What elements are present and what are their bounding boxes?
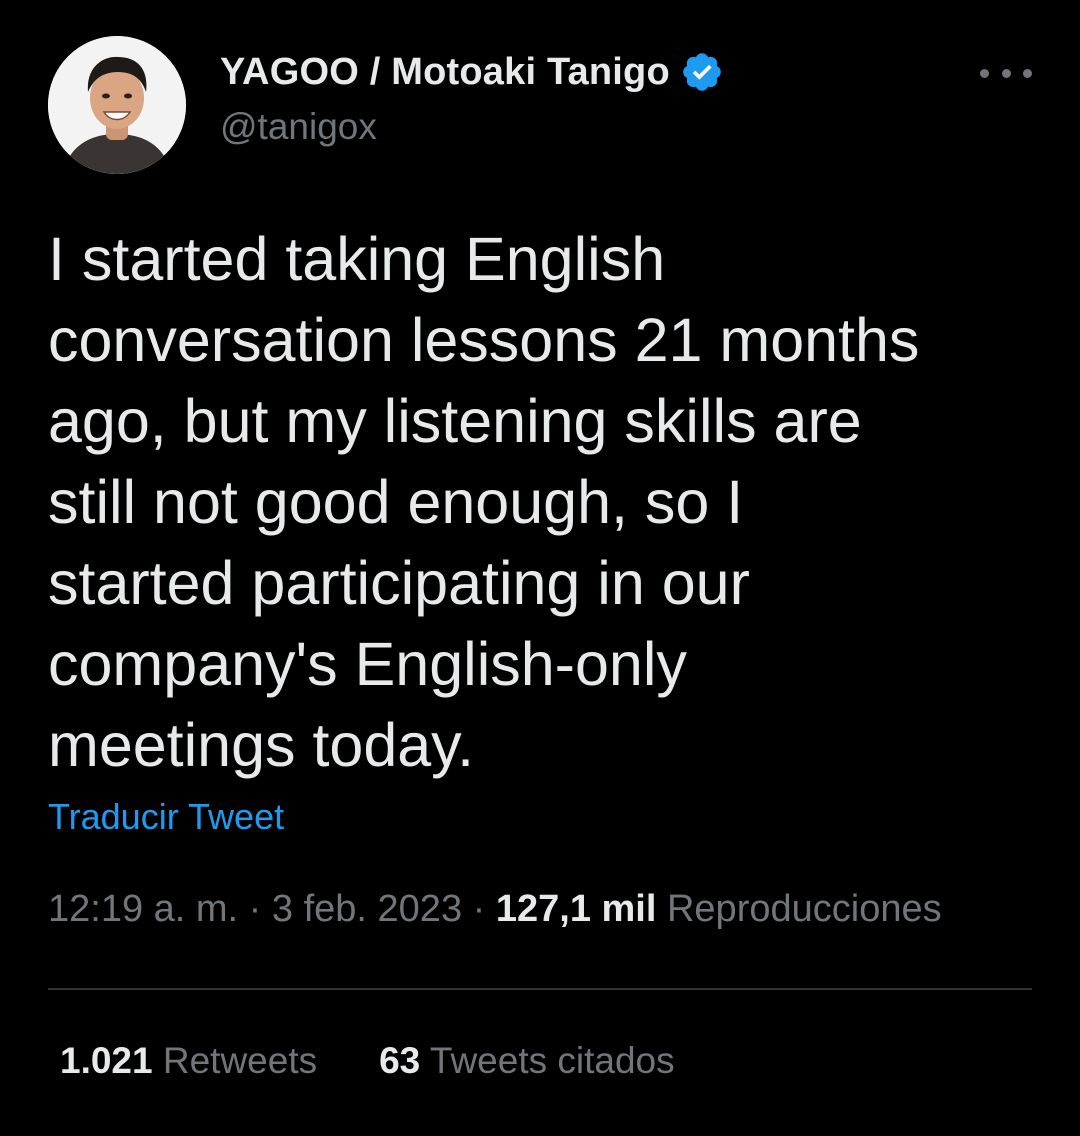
meta-separator: · — [462, 888, 496, 930]
tweet-text-line: I started taking English — [48, 225, 666, 293]
tweet-text-line: started participating in our — [48, 549, 750, 617]
avatar-photo — [48, 36, 186, 174]
quote-tweets-count: 63 — [379, 1040, 421, 1081]
tweet-text-line: still not good enough, so I — [48, 468, 744, 536]
tweet-card: YAGOO / Motoaki Tanigo @tanigox I starte… — [0, 0, 1080, 1136]
more-options-icon[interactable] — [980, 56, 1032, 90]
tweet-meta: 12:19 a. m. · 3 feb. 2023 · 127,1 mil Re… — [48, 888, 942, 931]
tweet-time[interactable]: 12:19 a. m. — [48, 888, 238, 930]
tweet-text-line: ago, but my listening skills are — [48, 387, 862, 455]
verified-badge-icon[interactable] — [680, 50, 724, 94]
meta-separator: · — [238, 888, 272, 930]
author-name-row[interactable]: YAGOO / Motoaki Tanigo — [220, 46, 724, 98]
avatar[interactable] — [48, 36, 186, 174]
tweet-text-line: meetings today. — [48, 711, 475, 779]
quote-tweets-label: Tweets citados — [429, 1040, 675, 1081]
views-label: Reproducciones — [666, 888, 942, 930]
tweet-text-line: company's English-only — [48, 630, 687, 698]
retweets-stat[interactable]: 1.021 Retweets — [60, 1040, 317, 1082]
author-handle[interactable]: @tanigox — [220, 106, 377, 148]
views-count: 127,1 mil — [495, 888, 657, 930]
retweets-count: 1.021 — [60, 1040, 153, 1081]
tweet-stats: 1.021 Retweets 63 Tweets citados — [60, 1040, 675, 1082]
tweet-date[interactable]: 3 feb. 2023 — [272, 888, 462, 930]
quote-tweets-stat[interactable]: 63 Tweets citados — [379, 1040, 675, 1082]
divider — [48, 988, 1032, 990]
tweet-text: I started taking English conversation le… — [48, 219, 1048, 786]
retweets-label: Retweets — [162, 1040, 318, 1081]
author-display-name[interactable]: YAGOO / Motoaki Tanigo — [220, 51, 670, 94]
tweet-text-line: conversation lessons 21 months — [48, 306, 920, 374]
translate-tweet-link[interactable]: Traducir Tweet — [48, 796, 284, 838]
